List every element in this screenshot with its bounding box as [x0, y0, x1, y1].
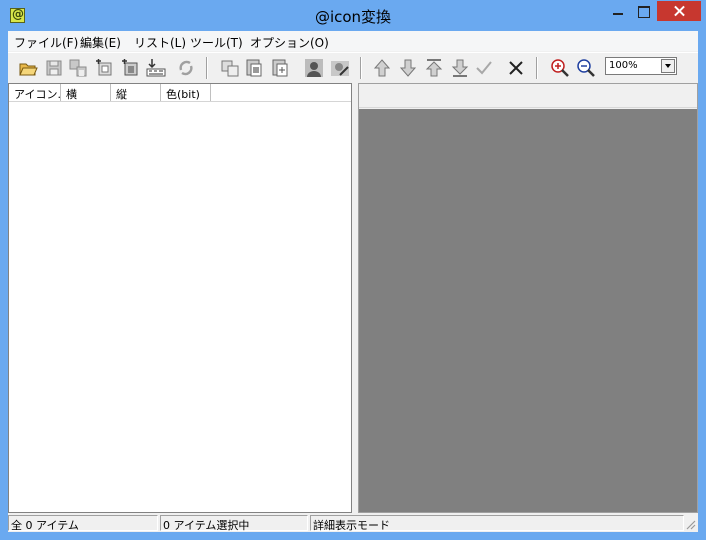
move-up-icon[interactable]: [372, 58, 392, 78]
chevron-down-icon[interactable]: [661, 59, 675, 73]
client-area: ファイル(F) 編集(E) リスト(L) ツール(T) オプション(O) 100…: [8, 31, 698, 532]
paste-icon[interactable]: [244, 58, 264, 78]
column-height[interactable]: 縦: [111, 84, 161, 101]
menu-bar: ファイル(F) 編集(E) リスト(L) ツール(T) オプション(O): [8, 31, 698, 51]
status-total: 全 0 アイテム: [8, 515, 158, 532]
status-selected: 0 アイテム選択中: [160, 515, 308, 532]
menu-list[interactable]: リスト(L): [134, 34, 186, 51]
refresh-icon[interactable]: [176, 58, 196, 78]
toolbar-separator: [206, 57, 208, 79]
open-folder-icon[interactable]: [18, 58, 38, 78]
resize-grip-icon[interactable]: [684, 518, 696, 530]
save-icon[interactable]: [44, 58, 64, 78]
zoom-value: 100%: [609, 60, 638, 71]
menu-options[interactable]: オプション(O): [250, 34, 329, 51]
copy-icon[interactable]: [220, 58, 240, 78]
toolbar-separator: [360, 57, 362, 79]
list-body[interactable]: [9, 102, 351, 512]
menu-tools[interactable]: ツール(T): [190, 34, 243, 51]
minimize-button[interactable]: [605, 1, 631, 21]
move-down-icon[interactable]: [398, 58, 418, 78]
delete-icon[interactable]: [506, 58, 526, 78]
preview-header: [359, 84, 697, 108]
export-icon[interactable]: [146, 58, 166, 78]
title-bar[interactable]: @ @icon変換: [0, 0, 706, 31]
preview-canvas[interactable]: [359, 109, 697, 512]
user-icon[interactable]: [304, 58, 324, 78]
column-icon[interactable]: アイコン...: [9, 84, 61, 101]
column-width[interactable]: 横: [61, 84, 111, 101]
save-multiple-icon[interactable]: [68, 58, 88, 78]
list-header: アイコン... 横 縦 色(bit): [9, 84, 351, 102]
toolbar-separator: [536, 57, 538, 79]
close-button[interactable]: [657, 1, 701, 21]
zoom-select[interactable]: 100%: [605, 57, 677, 75]
icon-list[interactable]: アイコン... 横 縦 色(bit): [8, 83, 352, 513]
status-bar: 全 0 アイテム 0 アイテム選択中 詳細表示モード: [8, 513, 698, 532]
toolbar: 100%: [8, 52, 698, 82]
menu-file[interactable]: ファイル(F): [14, 34, 78, 51]
column-color-depth[interactable]: 色(bit): [161, 84, 211, 101]
zoom-in-icon[interactable]: [550, 58, 570, 78]
duplicate-icon[interactable]: [270, 58, 290, 78]
menu-edit[interactable]: 編集(E): [80, 34, 121, 51]
move-top-icon[interactable]: [424, 58, 444, 78]
import-icon[interactable]: [120, 58, 140, 78]
zoom-out-icon[interactable]: [576, 58, 596, 78]
move-bottom-icon[interactable]: [450, 58, 470, 78]
preview-pane: [358, 83, 698, 513]
add-icon[interactable]: [94, 58, 114, 78]
maximize-button[interactable]: [631, 1, 657, 21]
app-window: @ @icon変換 ファイル(F) 編集(E) リスト(L) ツール(T) オプ…: [0, 0, 706, 540]
window-title: @icon変換: [314, 8, 392, 26]
user-edit-icon[interactable]: [330, 58, 350, 78]
check-icon[interactable]: [474, 58, 494, 78]
status-mode: 詳細表示モード: [310, 515, 684, 532]
